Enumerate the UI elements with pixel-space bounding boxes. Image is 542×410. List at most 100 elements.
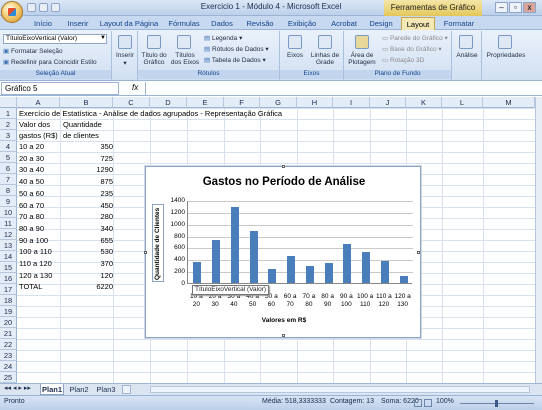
y-axis-title[interactable]: Quantidade de Clientes: [154, 208, 161, 280]
cell-range[interactable]: 110 a 120: [19, 259, 52, 269]
row-header[interactable]: 6: [0, 163, 17, 174]
tab-formatar[interactable]: Formatar: [440, 17, 478, 30]
format-selection-button[interactable]: ▣ Formatar Seleção: [3, 47, 63, 55]
cell-count[interactable]: 370: [60, 259, 113, 269]
cell-count[interactable]: 1290: [60, 165, 113, 175]
column-header-b[interactable]: B: [60, 97, 113, 108]
resize-handle[interactable]: [417, 251, 420, 254]
sheet-tab-plan3[interactable]: Plan3: [94, 384, 118, 395]
column-header-c[interactable]: C: [113, 97, 150, 108]
sheet-tab-plan1[interactable]: Plan1: [40, 384, 64, 395]
column-header-e[interactable]: E: [187, 97, 224, 108]
cell-b2-line1[interactable]: Quantidade: [63, 120, 102, 130]
cell-range[interactable]: 20 a 30: [19, 154, 44, 164]
cell-count[interactable]: 725: [60, 154, 113, 164]
row-header[interactable]: 22: [0, 339, 17, 350]
resize-handle[interactable]: [144, 251, 147, 254]
tab-formulas[interactable]: Fórmulas: [166, 17, 202, 30]
rotation-3d-button[interactable]: ▭ Rotação 3D: [382, 56, 424, 64]
bar[interactable]: [268, 269, 277, 283]
row-header[interactable]: 12: [0, 229, 17, 240]
row-header[interactable]: 10: [0, 207, 17, 218]
row-header[interactable]: 3: [0, 130, 17, 141]
plot-area[interactable]: [187, 201, 413, 284]
cell-a2-line1[interactable]: Valor dos: [19, 120, 50, 130]
insert-button[interactable]: Inserir: [112, 52, 138, 59]
column-header-f[interactable]: F: [224, 97, 260, 108]
sheet-tab-plan2[interactable]: Plan2: [67, 384, 91, 395]
row-header[interactable]: 4: [0, 141, 17, 152]
tab-dados[interactable]: Dados: [208, 17, 236, 30]
row-header[interactable]: 16: [0, 273, 17, 284]
cell-count[interactable]: 875: [60, 177, 113, 187]
column-header-j[interactable]: J: [370, 97, 406, 108]
row-header[interactable]: 11: [0, 218, 17, 229]
name-box[interactable]: Gráfico 5: [1, 82, 119, 95]
formula-input[interactable]: [145, 82, 540, 95]
cell-range[interactable]: 100 a 110: [19, 247, 52, 257]
column-header-a[interactable]: A: [17, 97, 60, 108]
chart-title-button[interactable]: Título do Gráfico: [138, 52, 170, 66]
tab-revisao[interactable]: Revisão: [243, 17, 277, 30]
selection-dropdown[interactable]: TítuloEixoVertical (Valor): [3, 34, 107, 44]
axes-button[interactable]: Eixos: [280, 52, 310, 59]
cell-range[interactable]: 30 a 40: [19, 165, 44, 175]
cell-count[interactable]: 280: [60, 212, 113, 222]
column-header-m[interactable]: M: [483, 97, 535, 108]
cell-count[interactable]: 235: [60, 189, 113, 199]
tab-exibicao[interactable]: Exibição: [283, 17, 321, 30]
cell-total-label[interactable]: TOTAL: [19, 282, 42, 292]
select-all-corner[interactable]: [0, 97, 17, 108]
row-header[interactable]: 1: [0, 108, 17, 119]
bar[interactable]: [230, 206, 239, 283]
tab-inicio[interactable]: Início: [28, 17, 58, 30]
fx-icon[interactable]: fx: [132, 83, 138, 92]
chevron-down-icon[interactable]: ▼: [100, 35, 106, 41]
legend-button[interactable]: ▤ Legenda ▾: [204, 34, 242, 42]
zoom-thumb[interactable]: [495, 400, 498, 407]
cell-range[interactable]: 80 a 90: [19, 224, 44, 234]
bar[interactable]: [324, 262, 333, 283]
bar[interactable]: [193, 262, 202, 283]
row-header[interactable]: 5: [0, 152, 17, 163]
cell-b2-line2[interactable]: de clientes: [63, 131, 99, 141]
data-table-button[interactable]: ▤ Tabela de Dados ▾: [204, 56, 266, 64]
sheet-nav-icon[interactable]: ◂◂ ◂ ▸ ▸▸: [4, 384, 31, 392]
resize-handle[interactable]: [282, 334, 285, 337]
tab-layout[interactable]: Layout: [401, 17, 435, 30]
gridlines-button[interactable]: Linhas de Grade: [308, 52, 342, 66]
column-header-i[interactable]: I: [333, 97, 370, 108]
cell-range[interactable]: 10 a 20: [19, 142, 44, 152]
chart[interactable]: Gastos no Período de Análise Quantidade …: [144, 165, 422, 338]
cell-count[interactable]: 120: [60, 271, 113, 281]
tab-design[interactable]: Design: [366, 17, 396, 30]
row-header[interactable]: 21: [0, 328, 17, 339]
bar[interactable]: [380, 261, 389, 283]
chart-wall-button[interactable]: ▭ Parede do Gráfico ▾: [382, 34, 448, 42]
reset-style-button[interactable]: ▣ Redefinir para Coincidir Estilo: [3, 58, 97, 66]
office-button[interactable]: [1, 1, 23, 23]
chevron-down-icon[interactable]: ▾: [112, 60, 138, 67]
zoom-level[interactable]: 100%: [436, 398, 454, 405]
tab-inserir[interactable]: Inserir: [62, 17, 94, 30]
plot-area-button[interactable]: Área de Plotagem: [344, 52, 380, 66]
chart-title[interactable]: Gastos no Período de Análise: [146, 176, 422, 188]
close-button[interactable]: x: [523, 2, 536, 13]
row-header[interactable]: 8: [0, 185, 17, 196]
minimize-button[interactable]: –: [495, 2, 508, 13]
cell-total-value[interactable]: 6220: [60, 282, 113, 292]
data-labels-button[interactable]: ▤ Rótulos de Dados ▾: [204, 45, 269, 53]
cell-range[interactable]: 50 a 60: [19, 189, 44, 199]
row-header[interactable]: 19: [0, 306, 17, 317]
bar[interactable]: [249, 231, 258, 283]
normal-view-icon[interactable]: [414, 399, 422, 407]
cell-count[interactable]: 350: [60, 142, 113, 152]
tab-acrobat[interactable]: Acrobat: [327, 17, 361, 30]
row-header[interactable]: 24: [0, 361, 17, 372]
bar[interactable]: [287, 256, 296, 283]
row-header[interactable]: 20: [0, 317, 17, 328]
cell-range[interactable]: 90 a 100: [19, 236, 48, 246]
analysis-button[interactable]: Análise: [452, 52, 482, 59]
cell-range[interactable]: 70 a 80: [19, 212, 44, 222]
axis-titles-button[interactable]: Títulos dos Eixos: [170, 52, 200, 66]
